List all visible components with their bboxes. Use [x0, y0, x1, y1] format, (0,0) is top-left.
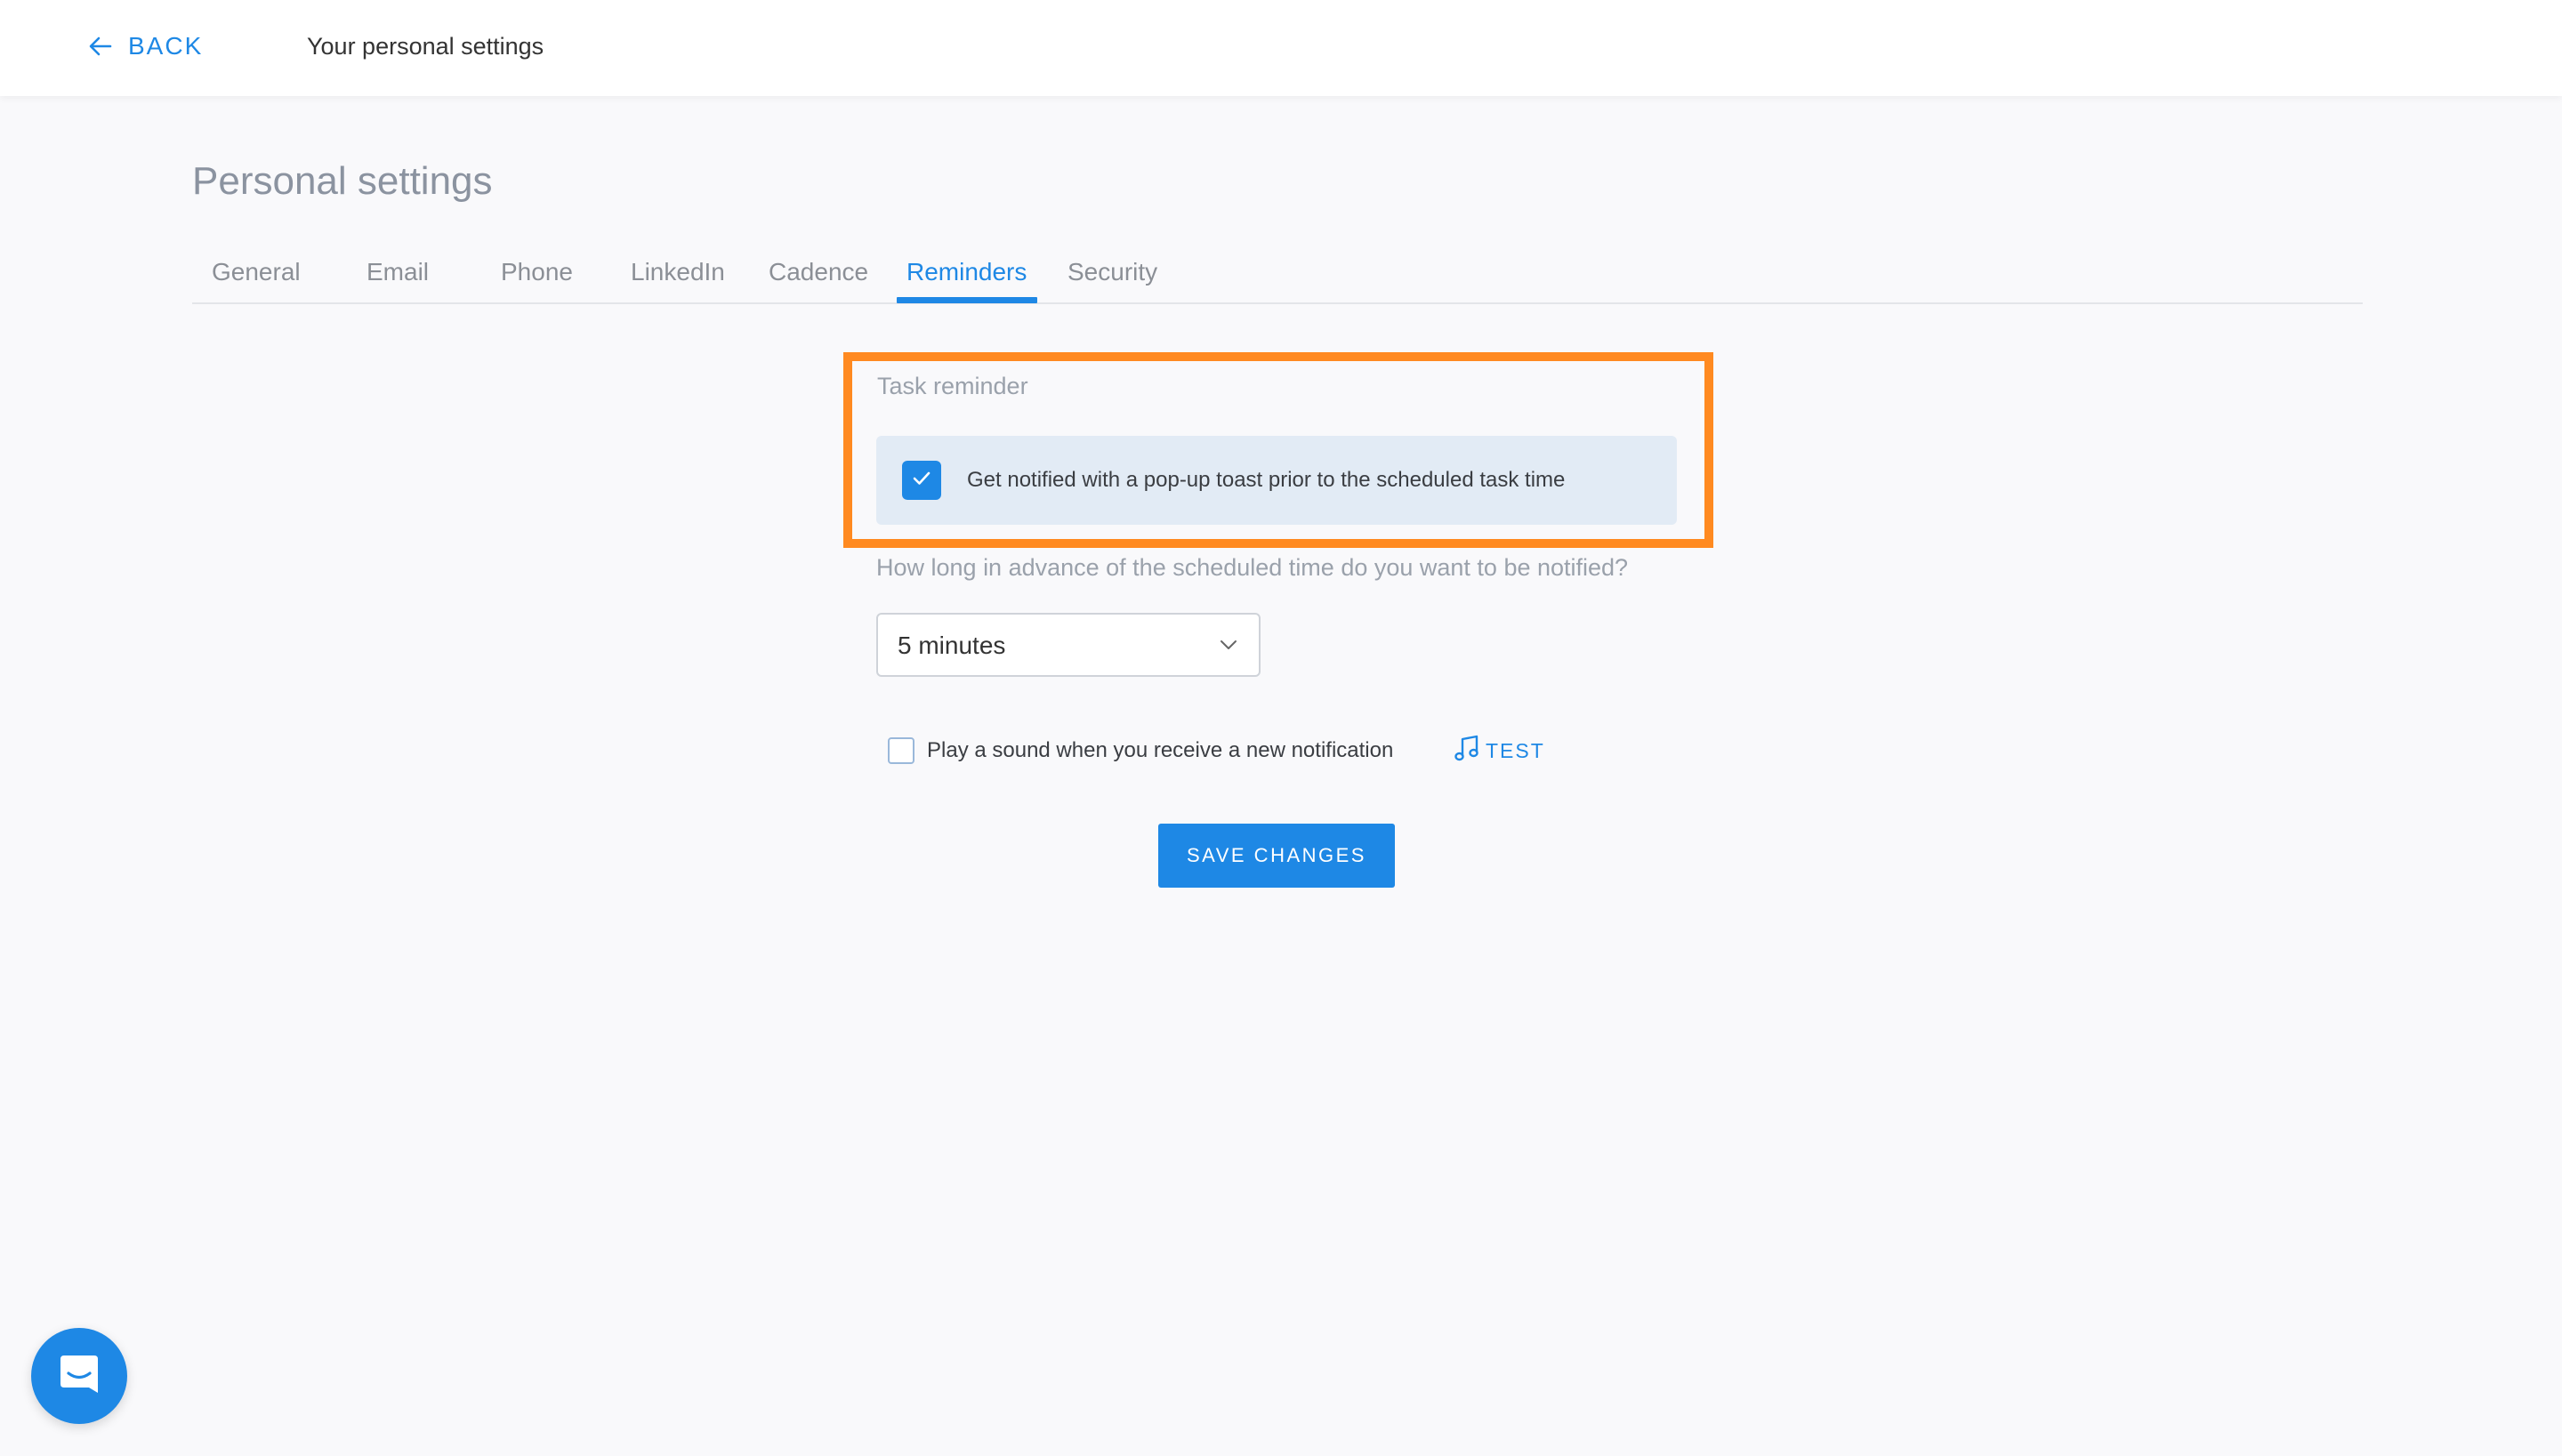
test-sound-button[interactable]: TEST	[1454, 733, 1545, 768]
tab-cadence[interactable]: Cadence	[769, 254, 868, 304]
page-title: Personal settings	[192, 159, 493, 203]
tab-security[interactable]: Security	[1068, 254, 1157, 304]
active-tab-indicator	[897, 297, 1037, 303]
checkmark-icon	[912, 471, 931, 491]
advance-time-select[interactable]: 5 minutes	[876, 613, 1261, 677]
test-label: TEST	[1486, 738, 1545, 762]
tab-linkedin[interactable]: LinkedIn	[631, 254, 725, 304]
toast-option-label: Get notified with a pop-up toast prior t…	[967, 468, 1566, 492]
toast-notification-option: Get notified with a pop-up toast prior t…	[876, 436, 1677, 525]
chat-bubble-icon	[55, 1350, 103, 1403]
save-changes-button[interactable]: SAVE CHANGES	[1158, 824, 1395, 888]
music-note-icon	[1454, 734, 1480, 768]
chevron-down-icon	[1218, 634, 1239, 660]
back-label: BACK	[128, 32, 204, 60]
advance-time-value: 5 minutes	[898, 631, 1006, 659]
header-title: Your personal settings	[307, 33, 544, 60]
sound-checkbox[interactable]	[888, 737, 914, 764]
settings-tabs: General Email Phone LinkedIn Cadence Rem…	[192, 240, 2363, 304]
back-button[interactable]: BACK	[89, 27, 203, 66]
tab-email[interactable]: Email	[367, 254, 429, 304]
advance-question: How long in advance of the scheduled tim…	[876, 554, 1629, 581]
tab-phone[interactable]: Phone	[501, 254, 573, 304]
toast-checkbox[interactable]	[902, 461, 941, 500]
sound-option-label: Play a sound when you receive a new noti…	[927, 738, 1394, 762]
chat-launcher-button[interactable]	[31, 1328, 127, 1424]
top-bar: BACK Your personal settings	[0, 0, 2562, 96]
task-reminder-heading: Task reminder	[877, 373, 1028, 399]
tab-general[interactable]: General	[212, 254, 301, 304]
sound-option-row: Play a sound when you receive a new noti…	[888, 733, 1564, 770]
arrow-left-icon	[89, 36, 112, 56]
